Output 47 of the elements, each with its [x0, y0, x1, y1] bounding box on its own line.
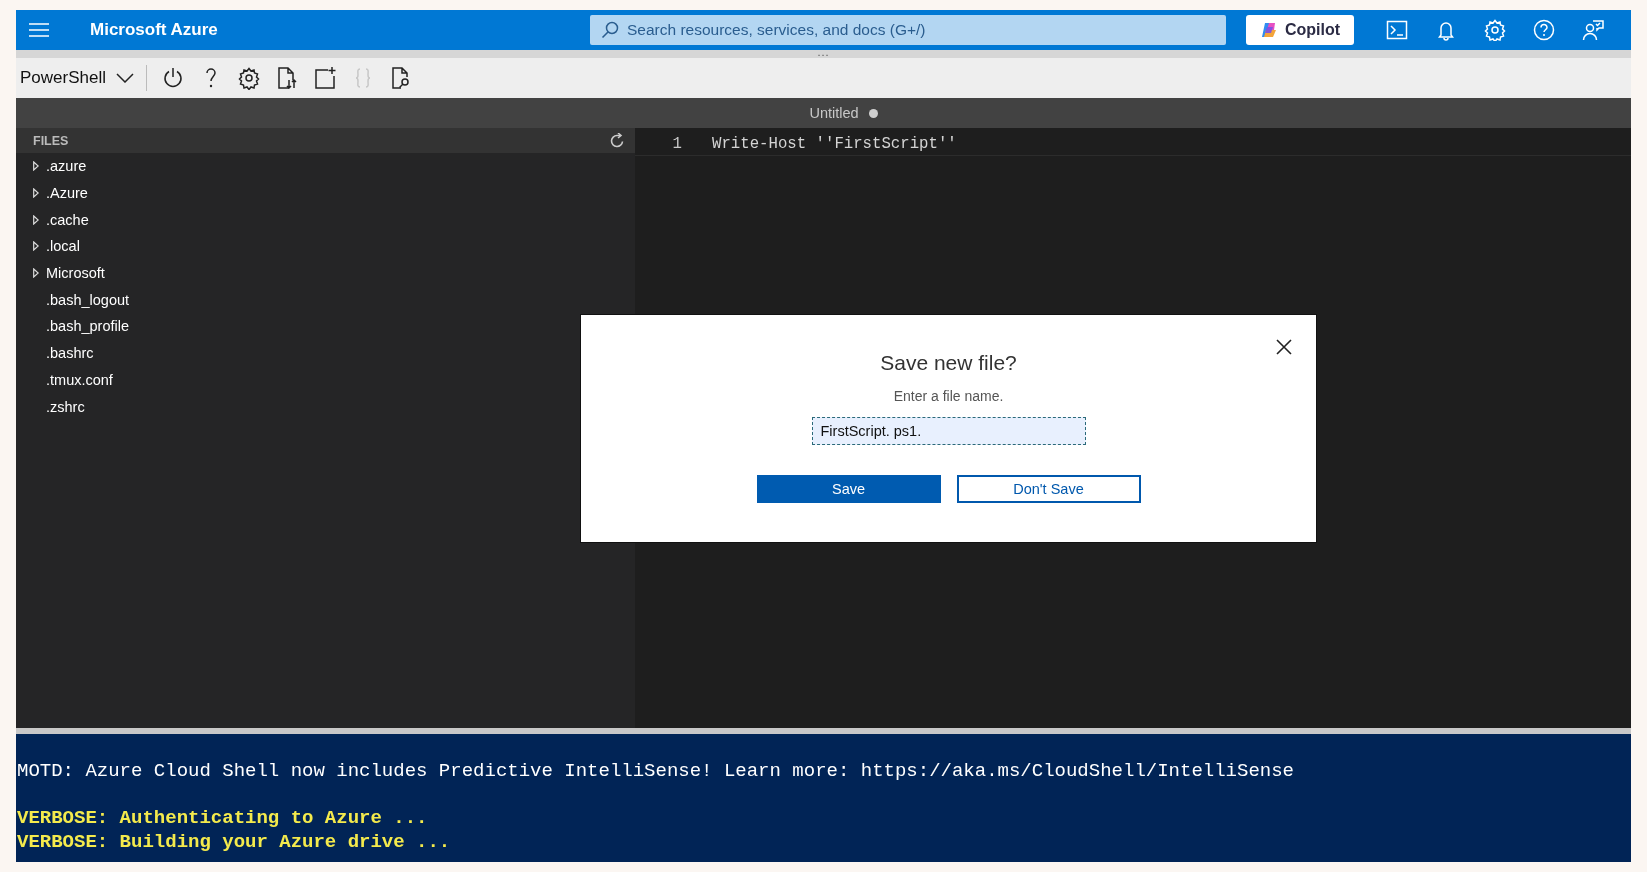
- close-icon: [1275, 338, 1293, 356]
- terminal-line: MOTD: Azure Cloud Shell now includes Predictive IntelliSense! Learn more: https://aka.ms/CloudShell/IntelliSense: [16, 760, 1294, 784]
- file-transfer-icon[interactable]: [275, 66, 299, 90]
- dialog-prompt: Enter a file name.: [893, 388, 1004, 404]
- verbose-line: VERBOSE: Building your Azure drive ...: [16, 830, 451, 854]
- save-button[interactable]: Save: [756, 475, 941, 503]
- caret-icon[interactable]: [33, 268, 39, 279]
- caret-icon[interactable]: [33, 241, 39, 252]
- menu-icon[interactable]: [28, 22, 50, 38]
- bell-icon[interactable]: [1435, 19, 1457, 41]
- copilot-logo-icon: [1259, 21, 1278, 39]
- files-header: FILES: [33, 133, 69, 148]
- refresh-icon[interactable]: [609, 132, 625, 149]
- terminal-icon[interactable]: [1386, 19, 1408, 41]
- close-button[interactable]: [1275, 338, 1293, 356]
- dialog-title: Save new file?: [880, 351, 1017, 375]
- resize-handle[interactable]: ...: [817, 50, 830, 58]
- file-name-field[interactable]: FirstScript. ps1.: [811, 417, 1086, 445]
- caret-icon[interactable]: [33, 214, 39, 225]
- dont-save-button[interactable]: Don't Save: [956, 475, 1141, 503]
- shell-selector[interactable]: PowerShell: [16, 68, 146, 88]
- file-name[interactable]: .local: [46, 238, 80, 255]
- file-name[interactable]: .zshrc: [46, 398, 85, 415]
- file-name[interactable]: .bashrc: [46, 345, 94, 362]
- feedback-person-icon[interactable]: [1582, 19, 1604, 41]
- verbose-line: VERBOSE: Authenticating to Azure ...: [16, 807, 428, 831]
- search-field[interactable]: Search resources, services, and docs (G+/): [590, 15, 1226, 45]
- line-number: 1: [671, 135, 683, 153]
- editor-tab-title[interactable]: Untitled: [809, 105, 859, 121]
- code-line: Write-Host ''FirstScript'': [712, 135, 957, 153]
- new-file-icon[interactable]: [313, 66, 337, 90]
- file-name[interactable]: .azure: [46, 158, 87, 175]
- caret-icon[interactable]: [33, 161, 39, 172]
- settings-icon[interactable]: [237, 66, 261, 90]
- search-icon: [601, 21, 619, 39]
- brand-title[interactable]: Microsoft Azure: [90, 20, 590, 40]
- chevron-down-icon: [116, 73, 134, 83]
- file-name[interactable]: .tmux.conf: [46, 371, 113, 388]
- file-name[interactable]: .bash_logout: [46, 291, 130, 308]
- copilot-button[interactable]: Copilot: [1246, 15, 1354, 45]
- caret-icon[interactable]: [33, 188, 39, 199]
- power-icon[interactable]: [161, 66, 185, 90]
- file-name[interactable]: .cache: [46, 211, 89, 228]
- help-icon[interactable]: [1533, 19, 1555, 41]
- file-name[interactable]: .bash_profile: [46, 318, 130, 335]
- file-name[interactable]: .Azure: [46, 185, 88, 202]
- file-name[interactable]: Microsoft: [46, 265, 105, 282]
